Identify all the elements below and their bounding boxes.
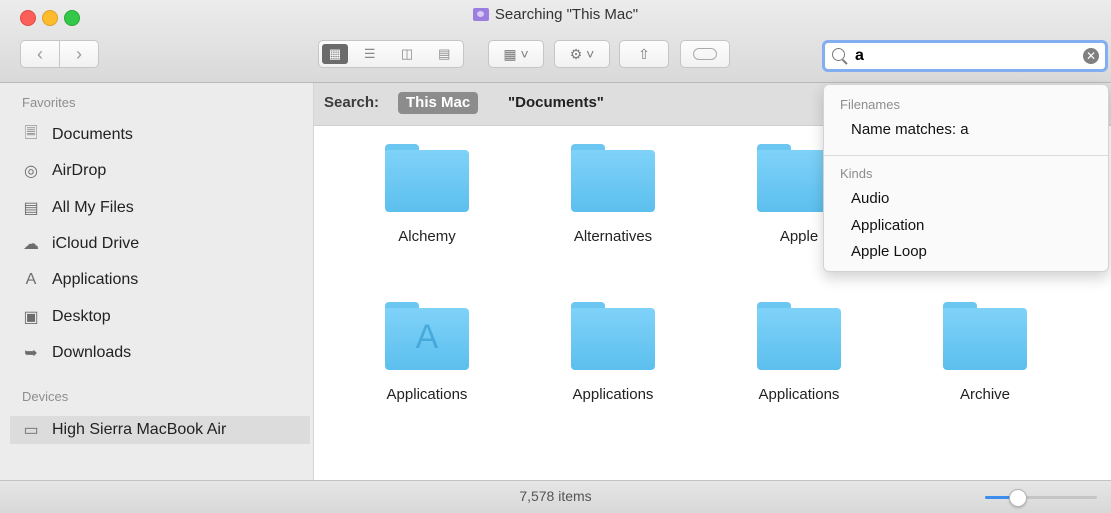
item-label: Archive [959,386,1011,403]
clear-search-icon[interactable]: ✕ [1083,48,1099,64]
grid-item-applications-2[interactable]: Applications [538,302,688,403]
share-icon: ⇧ [638,45,650,62]
chevron-left-icon: ‹ [37,43,43,64]
airdrop-icon: ◎ [24,163,38,180]
kind-audio-suggestion[interactable]: Audio [851,190,889,207]
back-button[interactable]: ‹ [20,40,60,68]
kinds-section-title: Kinds [840,166,873,181]
folder-icon [571,144,655,212]
grid-icon: ▦ [328,46,342,61]
sidebar-item-downloads[interactable]: ➥ Downloads [20,339,131,367]
item-label: Applications [386,386,468,403]
sidebar-item-label: All My Files [52,199,134,216]
columns-icon: ◫ [400,46,414,61]
icon-view-button[interactable]: ▦ [322,44,348,64]
sidebar-item-airdrop[interactable]: ◎ AirDrop [20,157,106,185]
window-title: Searching "This Mac" [0,6,1111,23]
sidebar-item-label: AirDrop [52,162,107,179]
grid-item-archive[interactable]: Archive [910,302,1060,403]
scope-documents-button[interactable]: "Documents" [508,94,604,111]
column-view-button[interactable]: ◫ [388,41,425,67]
forward-button[interactable]: › [59,40,99,68]
folder-icon [943,302,1027,370]
status-bar: 7,578 items [0,480,1111,513]
sidebar: Favorites 🗏 Documents ◎ AirDrop ▤ All My… [0,83,314,480]
gear-icon: ⚙ ˅ [569,45,595,62]
item-label: Alternatives [573,228,653,245]
smart-folder-icon [472,8,489,21]
grid-item-applications-3[interactable]: Applications [724,302,874,403]
sidebar-item-label: Downloads [52,344,132,361]
search-field[interactable]: a ✕ [822,40,1108,72]
toolbar: Searching "This Mac" ‹ › ▦ ☰ ◫ ▤ ▦ ˅ ⚙ ˅… [0,0,1111,83]
arrange-grid-icon: ▦ ˅ [503,45,529,62]
filenames-section-title: Filenames [840,97,900,112]
sidebar-item-macbook-air[interactable]: ▭ High Sierra MacBook Air [10,416,310,444]
sidebar-item-label: iCloud Drive [52,235,140,252]
list-icon: ☰ [363,46,376,61]
scope-this-mac-button[interactable]: This Mac [398,92,479,114]
item-count: 7,578 items [519,488,592,504]
view-mode-group: ▦ ☰ ◫ ▤ [318,40,464,68]
cover-flow-icon: ▤ [438,46,451,61]
search-input-value[interactable]: a [855,47,864,65]
search-suggestions-menu: Filenames Name matches: a Kinds Audio Ap… [823,84,1109,272]
finder-window: Searching "This Mac" ‹ › ▦ ☰ ◫ ▤ ▦ ˅ ⚙ ˅… [0,0,1111,513]
window-title-text: Searching "This Mac" [494,6,639,23]
applications-icon: Α [25,271,37,288]
sidebar-item-label: High Sierra MacBook Air [52,421,227,438]
kind-application-suggestion[interactable]: Application [851,217,924,234]
icon-size-slider-knob[interactable] [1009,489,1027,507]
tag-button[interactable] [680,40,730,68]
item-label: Applications [572,386,654,403]
grid-item-alchemy[interactable]: Alchemy [352,144,502,245]
cover-flow-button[interactable]: ▤ [426,41,463,67]
arrange-button[interactable]: ▦ ˅ [488,40,544,68]
favorites-section-title: Favorites [22,95,76,110]
sidebar-item-desktop[interactable]: ▣ Desktop [20,303,111,331]
documents-icon: 🗏 [24,124,38,142]
share-button[interactable]: ⇧ [619,40,669,68]
sidebar-item-label: Documents [52,126,133,143]
menu-divider [824,155,1108,156]
devices-section-title: Devices [22,389,69,404]
grid-item-applications-app[interactable]: Α Applications [352,302,502,403]
chevron-right-icon: › [76,43,82,64]
sidebar-item-all-my-files[interactable]: ▤ All My Files [20,194,134,222]
sidebar-item-applications[interactable]: Α Applications [20,266,139,294]
desktop-icon: ▣ [23,309,39,326]
downloads-icon: ➥ [24,345,38,362]
folder-icon [385,144,469,212]
search-icon [832,48,845,61]
action-button[interactable]: ⚙ ˅ [554,40,610,68]
item-label: Applications [758,386,840,403]
folder-icon [571,302,655,370]
cloud-icon: ☁ [23,236,39,253]
all-files-icon: ▤ [23,200,39,217]
laptop-icon: ▭ [23,422,39,439]
scope-label: Search: [324,94,380,111]
grid-item-alternatives[interactable]: Alternatives [538,144,688,245]
sidebar-item-documents[interactable]: 🗏 Documents [20,121,133,149]
sidebar-item-label: Applications [52,271,139,288]
folder-icon [757,302,841,370]
kind-apple-loop-suggestion[interactable]: Apple Loop [851,243,927,260]
tag-icon [693,48,717,60]
sidebar-item-icloud-drive[interactable]: ☁ iCloud Drive [20,230,139,258]
sidebar-item-label: Desktop [52,308,111,325]
applications-folder-icon: Α [385,302,469,370]
item-label: Alchemy [398,228,456,245]
list-view-button[interactable]: ☰ [351,41,388,67]
name-matches-suggestion[interactable]: Name matches: a [851,121,969,138]
